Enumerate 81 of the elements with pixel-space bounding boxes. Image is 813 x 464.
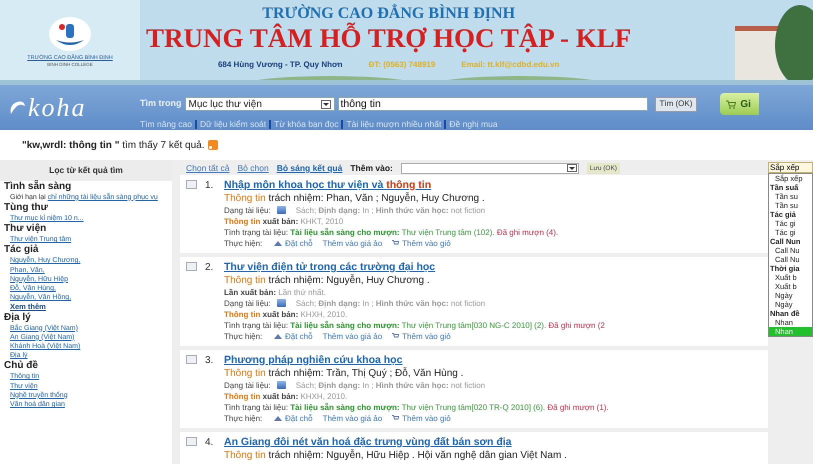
result-title[interactable]: An Giang đôi nét văn hoá đặc trưng vùng đất bán sơn địa <box>224 434 567 449</box>
result-number: 3. <box>205 354 214 367</box>
publication-text: Thông tin xuất bản: KHXH, 2010. <box>224 308 348 320</box>
result-number: 1. <box>205 180 214 192</box>
facet-title: Thư viện <box>4 223 48 236</box>
action-link[interactable]: Thêm vào giá ảo <box>322 330 382 342</box>
type-label: Dạng tài liệu: <box>224 380 271 391</box>
scope-select[interactable]: Mục lục thư viện <box>184 97 334 111</box>
edition-text: Lần xuất bản: Lần thứ nhất. <box>224 286 327 298</box>
availability-text: Tình trạng tài liệu: Tài liệu sẵn sàng cho mượn: Thư viện Trung tâm[030 NG-C 2010] (2). Đã ghi mượn (2 <box>224 320 605 331</box>
action-link[interactable]: Thêm vào giá ảo <box>322 412 382 424</box>
result-title[interactable]: Thư viện điện tử trong các trường đại học <box>224 260 605 274</box>
address-text: 684 Hùng Vương - TP. Quy Nhơn <box>218 59 343 71</box>
result-checkbox[interactable] <box>186 180 197 189</box>
rss-icon <box>208 140 218 150</box>
result-number: 2. <box>205 262 214 274</box>
responsibility-text: Thông tin trách nhiệm: Phan, Văn ; Nguyễn, Huy Chương . <box>224 192 486 205</box>
center-name: TRUNG TÂM HỖ TRỢ HỌC TẬP - KLF <box>146 23 632 53</box>
search-field[interactable]: thông tin <box>338 97 648 111</box>
dropdown-arrow-icon <box>320 100 330 108</box>
search-button[interactable]: Tìm (OK) <box>654 96 698 112</box>
responsibility-text: Thông tin trách nhiệm: Nguyễn, Huy Chương . <box>224 274 431 287</box>
list-select[interactable] <box>400 162 579 174</box>
search-scope-label: Tìm trong <box>140 97 182 110</box>
sort-select[interactable]: Sắp xếp <box>768 162 813 173</box>
result-title[interactable]: Nhập môn khoa học thư viện và thông tin <box>224 178 558 192</box>
action-link[interactable]: Thêm vào giỏ <box>392 330 451 342</box>
result-summary: "kw,wrdl: thông tin " tìm thấy 7 kết quả. <box>22 138 204 152</box>
unhighlight-link[interactable]: Bỏ sáng kết quả <box>276 162 342 175</box>
book-icon <box>276 299 286 308</box>
result-checkbox[interactable] <box>186 354 197 364</box>
actions-label: Thực hiện: <box>224 238 264 249</box>
facet-title: Tác giả <box>4 244 40 256</box>
action-link[interactable]: Đặt chỗ <box>274 238 313 249</box>
facet-title: Tình sẵn sàng <box>4 180 72 193</box>
cart-icon <box>392 240 400 246</box>
filter-heading: Lọc từ kết quả tìm <box>0 160 172 181</box>
hold-icon <box>274 416 282 421</box>
availability-text: Tình trạng tài liệu: Tài liệu sẵn sàng cho mượn: Thư viện Trung tâm[020 TR-Q 2010] (6). Đã ghi mượn (1). <box>224 402 609 413</box>
type-text: Sách; Định dạng: In ; Hình thức văn học: not fiction <box>296 204 486 216</box>
cart-icon <box>392 415 400 422</box>
type-text: Sách; Định dạng: In ; Hình thức văn học: not fiction <box>296 380 486 391</box>
result-checkbox[interactable] <box>186 262 197 271</box>
select-all-link[interactable]: Chọn tất cả <box>186 162 230 175</box>
publication-text: Thông tin xuất bản: KHKT, 2010 <box>224 216 344 227</box>
cart-icon <box>726 100 736 108</box>
type-label: Dạng tài liệu: <box>224 298 271 309</box>
dropdown-arrow-icon <box>566 164 577 172</box>
result-number: 4. <box>205 436 214 449</box>
action-link[interactable]: Thêm vào giỏ <box>392 238 451 249</box>
phone-text: ĐT: (0563) 748919 <box>368 59 436 71</box>
logo-icon <box>48 16 92 52</box>
availability-text: Tình trạng tài liệu: Tài liệu sẵn sàng cho mượn: Thư viện Trung tâm (102). Đã ghi mượn (4). <box>224 226 558 238</box>
email-text: Email: tt.klf@cdbd.edu.vn <box>461 59 560 71</box>
clear-selection-link[interactable]: Bỏ chọn <box>237 162 269 175</box>
hold-icon <box>274 240 282 246</box>
actions-label: Thực hiện: <box>224 330 264 342</box>
responsibility-text: Thông tin trách nhiệm: Nguyễn, Hữu Hiệp . Hội văn nghệ dân gian Việt Nam . <box>224 448 567 462</box>
cart-button[interactable]: Gi <box>720 93 759 115</box>
result-checkbox[interactable] <box>186 436 197 446</box>
result-title[interactable]: Phương pháp nghiên cứu khoa học <box>224 352 609 367</box>
facet-title: Tùng thư <box>4 202 49 214</box>
book-icon <box>276 381 286 390</box>
facet-title: Chủ đề <box>4 360 39 372</box>
responsibility-text: Thông tin trách nhiệm: Trần, Thị Quý ; Đỗ, Văn Hùng . <box>224 366 464 380</box>
action-link[interactable]: Đặt chỗ <box>274 412 313 424</box>
publication-text: Thông tin xuất bản: KHXH, 2010. <box>224 390 348 402</box>
action-link[interactable]: Đặt chỗ <box>274 330 313 342</box>
swirl-icon <box>8 98 26 116</box>
type-label: Dạng tài liệu: <box>224 204 271 216</box>
school-name: TRƯỜNG CAO ĐẲNG BÌNH ĐỊNH <box>262 5 516 22</box>
add-to-label: Thêm vào: <box>350 162 393 175</box>
facet-title: Địa lý <box>4 312 32 324</box>
action-link[interactable]: Thêm vào giá ảo <box>322 238 382 249</box>
book-icon <box>276 206 286 214</box>
type-text: Sách; Định dạng: In ; Hình thức văn học: not fiction <box>296 298 486 309</box>
action-link[interactable]: Thêm vào giỏ <box>392 412 451 424</box>
hold-icon <box>274 334 282 339</box>
koha-logo: koha <box>28 94 87 122</box>
actions-label: Thực hiện: <box>224 412 264 424</box>
cart-icon <box>392 333 400 340</box>
